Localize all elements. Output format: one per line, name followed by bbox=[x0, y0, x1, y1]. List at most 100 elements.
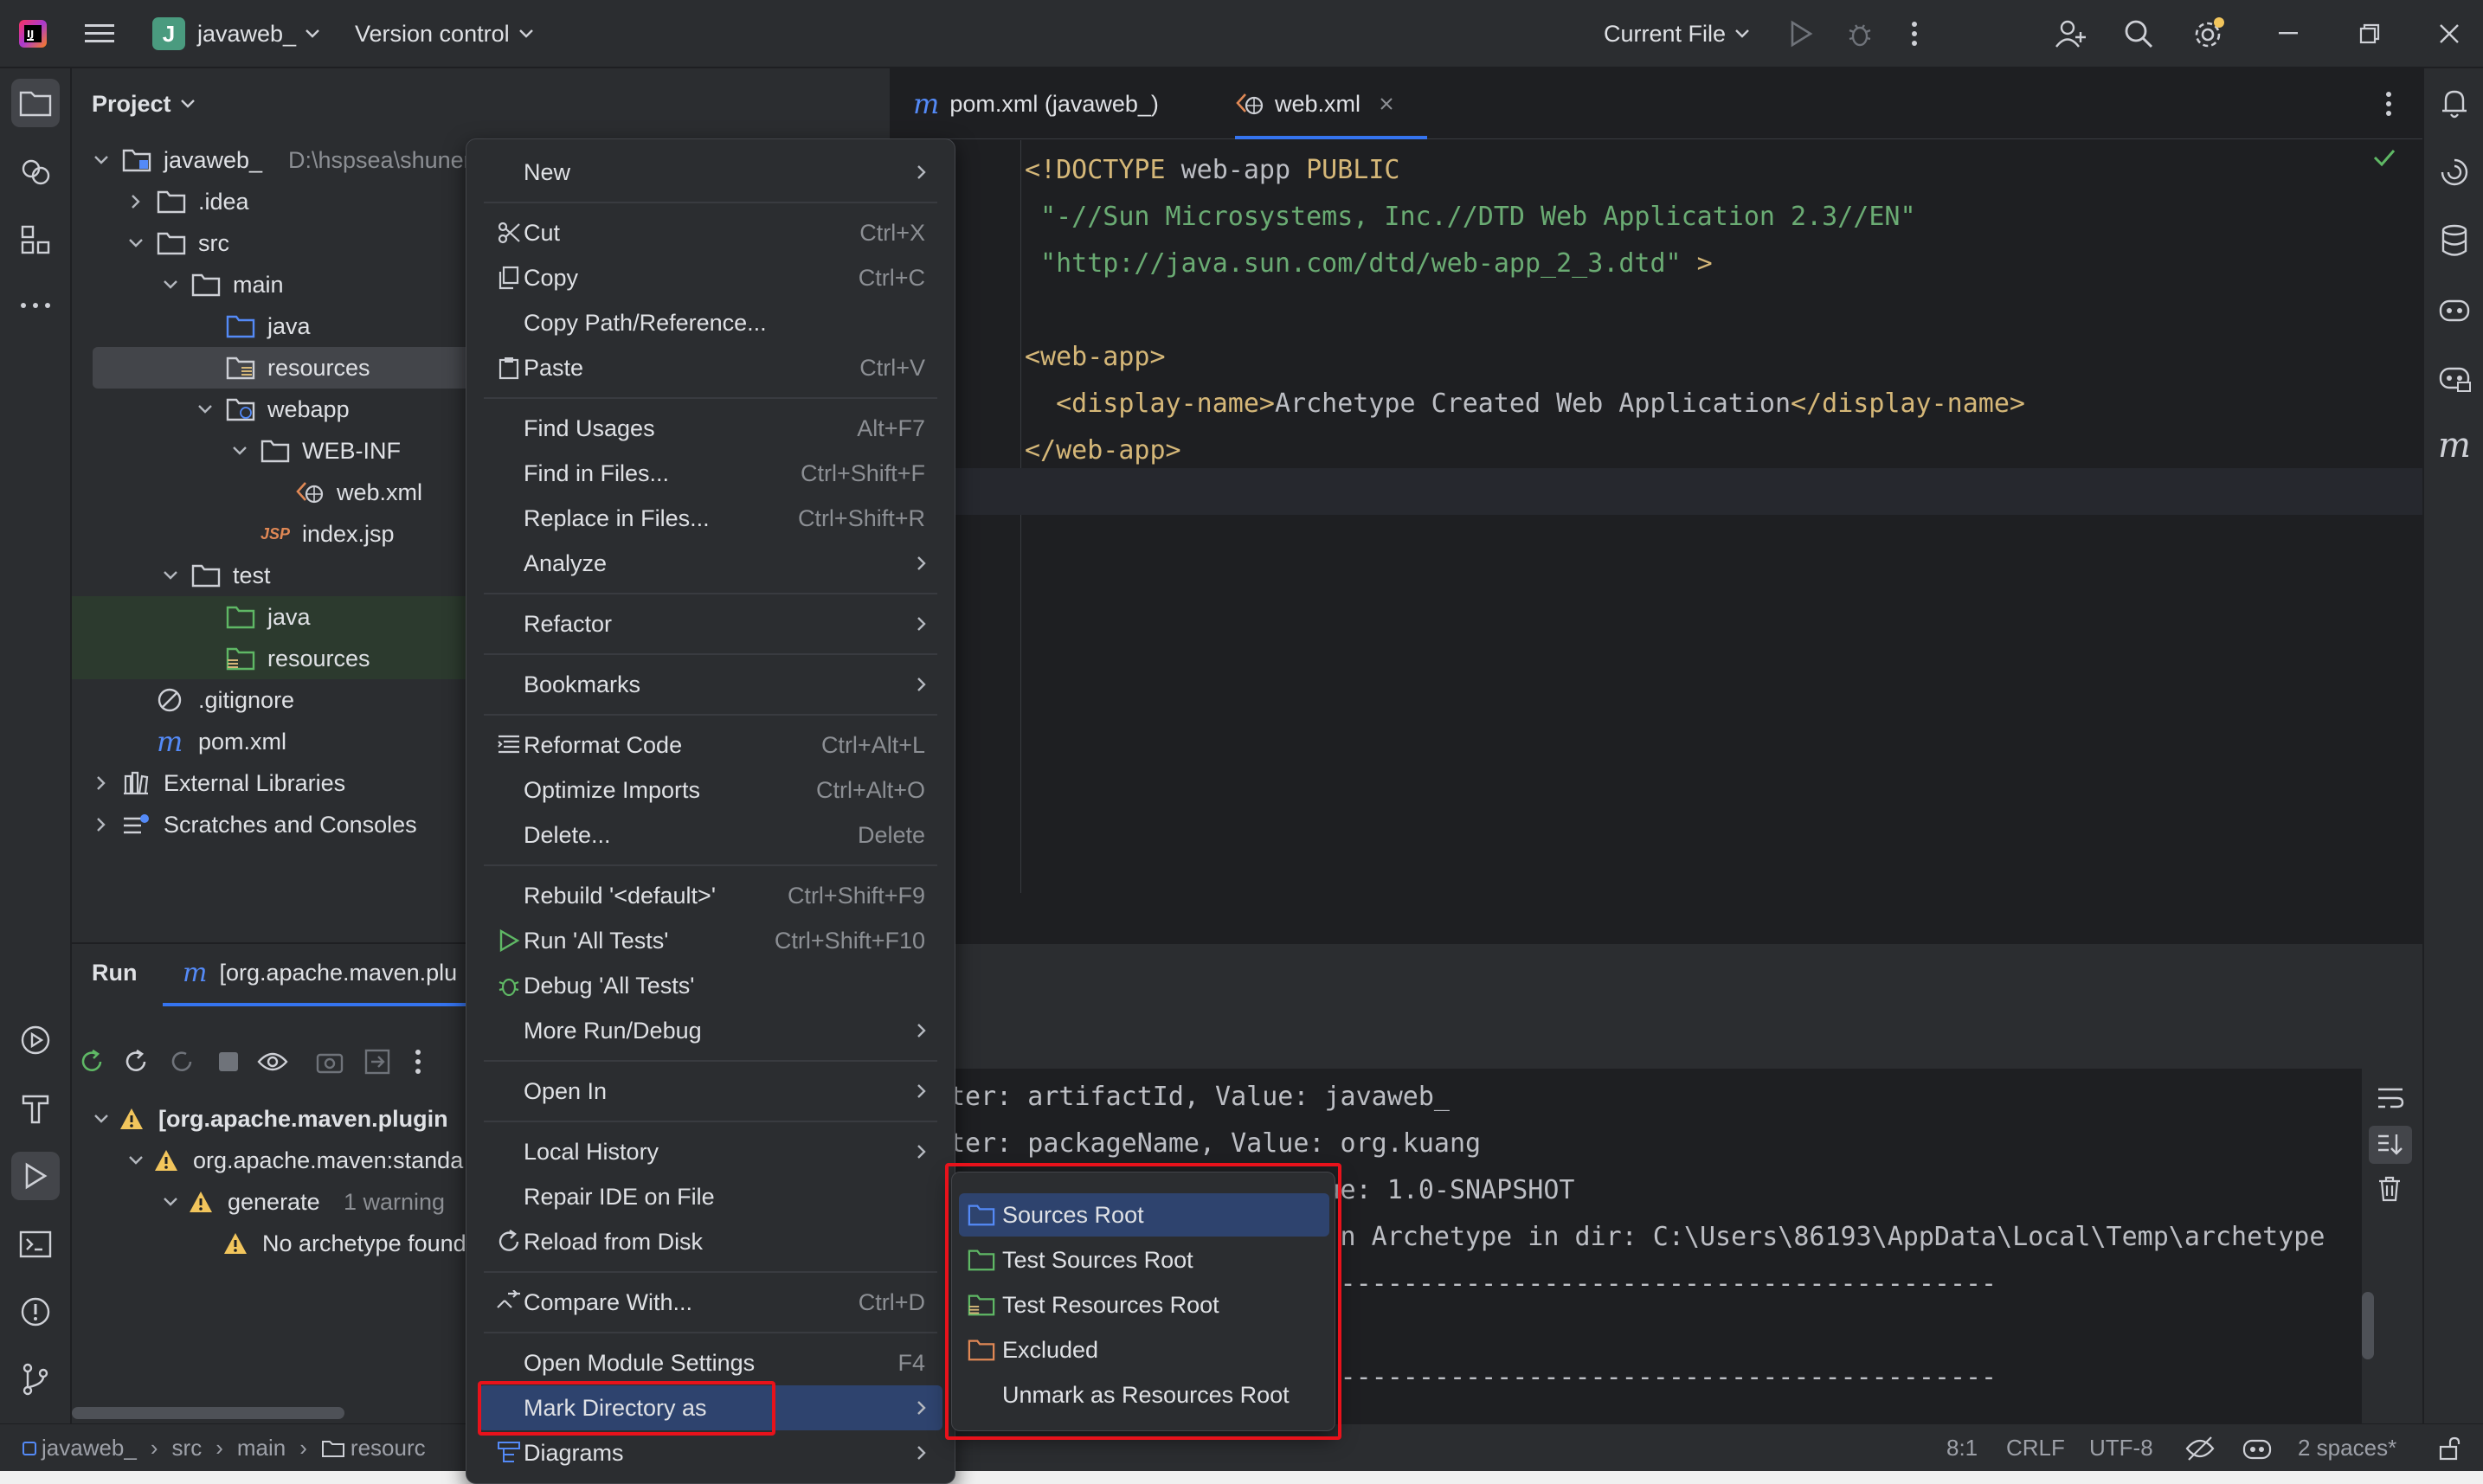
chevron-down-icon[interactable] bbox=[125, 238, 146, 248]
submenu-item-test-resources-root[interactable]: Test Resources Root bbox=[959, 1283, 1329, 1327]
terminal-tool-icon[interactable] bbox=[11, 1220, 60, 1269]
breadcrumb-item[interactable]: javaweb_ bbox=[42, 1435, 137, 1462]
more-run-actions-icon[interactable] bbox=[415, 1049, 421, 1075]
menu-item-reload-from-disk[interactable]: Reload from Disk bbox=[479, 1219, 942, 1264]
run-tree-node[interactable]: [org.apache.maven.plugin bbox=[72, 1098, 466, 1140]
submenu-item-sources-root[interactable]: Sources Root bbox=[959, 1193, 1329, 1237]
chevron-right-icon[interactable] bbox=[125, 194, 146, 209]
line-ending[interactable]: CRLF bbox=[2006, 1424, 2065, 1472]
chevron-down-icon[interactable] bbox=[195, 404, 215, 414]
submenu-item-excluded[interactable]: Excluded bbox=[959, 1328, 1329, 1372]
run-tree-scrollbar[interactable] bbox=[72, 1407, 344, 1419]
minimize-icon[interactable] bbox=[2279, 0, 2298, 67]
run-tree-node[interactable]: No archetype found bbox=[72, 1223, 466, 1264]
menu-item-bookmarks[interactable]: Bookmarks bbox=[479, 662, 942, 707]
menu-item-refactor[interactable]: Refactor bbox=[479, 601, 942, 646]
project-panel-header[interactable]: Project bbox=[92, 68, 196, 139]
chevron-down-icon[interactable] bbox=[125, 1155, 146, 1166]
menu-item-cut[interactable]: Cut Ctrl+X bbox=[479, 210, 942, 255]
close-tab-icon[interactable] bbox=[1380, 97, 1393, 111]
rerun-icon[interactable] bbox=[79, 1049, 105, 1075]
search-icon[interactable] bbox=[2123, 0, 2154, 67]
settings-gear-icon[interactable] bbox=[2191, 0, 2226, 67]
rerun-failed-icon[interactable] bbox=[123, 1049, 149, 1075]
submenu-item-unmark-as-resources-root[interactable]: Unmark as Resources Root bbox=[959, 1373, 1329, 1417]
menu-item-debug-all-tests[interactable]: Debug 'All Tests' bbox=[479, 963, 942, 1008]
database-icon[interactable] bbox=[2430, 216, 2479, 265]
screenshot-icon[interactable] bbox=[316, 1050, 344, 1074]
breadcrumb-item[interactable]: main bbox=[237, 1435, 286, 1462]
console-scrollbar[interactable] bbox=[2362, 1292, 2374, 1359]
build-tool-icon[interactable] bbox=[11, 1083, 60, 1132]
chevron-down-icon[interactable] bbox=[229, 446, 250, 456]
more-tools-icon[interactable] bbox=[11, 281, 60, 330]
menu-item-diagrams[interactable]: Diagrams bbox=[479, 1430, 942, 1475]
restart-icon[interactable] bbox=[169, 1049, 195, 1075]
run-tree-node[interactable]: org.apache.maven:standa bbox=[72, 1140, 466, 1181]
menu-item-find-in-files[interactable]: Find in Files... Ctrl+Shift+F bbox=[479, 451, 942, 496]
menu-item-compare-with[interactable]: Compare With... Ctrl+D bbox=[479, 1280, 942, 1325]
menu-item-more-run-debug[interactable]: More Run/Debug bbox=[479, 1008, 942, 1053]
learn-tool-icon[interactable] bbox=[11, 148, 60, 196]
run-icon[interactable] bbox=[1788, 0, 1814, 67]
soft-wrap-icon[interactable] bbox=[2377, 1086, 2404, 1110]
run-tab[interactable]: Run bbox=[92, 944, 137, 1001]
menu-item-paste[interactable]: Paste Ctrl+V bbox=[479, 345, 942, 390]
breadcrumb[interactable]: javaweb_ › src › main › resourc bbox=[23, 1424, 426, 1472]
chevron-down-icon[interactable] bbox=[160, 570, 181, 581]
restore-icon[interactable] bbox=[2359, 0, 2380, 67]
main-menu-icon[interactable] bbox=[85, 0, 114, 67]
menu-item-open-module-settings[interactable]: Open Module Settings F4 bbox=[479, 1340, 942, 1385]
breadcrumb-item[interactable]: src bbox=[172, 1435, 203, 1462]
chevron-down-icon[interactable] bbox=[160, 1197, 181, 1207]
chevron-down-icon[interactable] bbox=[91, 155, 112, 165]
structure-tool-icon[interactable] bbox=[11, 215, 60, 264]
clear-console-icon[interactable] bbox=[2377, 1176, 2402, 1202]
scroll-to-end-icon[interactable] bbox=[2369, 1126, 2412, 1164]
menu-item-copy-path-reference[interactable]: Copy Path/Reference... bbox=[479, 300, 942, 345]
notifications-icon[interactable] bbox=[2430, 79, 2479, 127]
menu-item-reformat-code[interactable]: Reformat Code Ctrl+Alt+L bbox=[479, 723, 942, 768]
chevron-down-icon[interactable] bbox=[91, 1114, 112, 1124]
menu-item-local-history[interactable]: Local History bbox=[479, 1129, 942, 1174]
run-tool-icon[interactable] bbox=[11, 1152, 60, 1200]
run-config-selector[interactable]: Current File bbox=[1604, 0, 1750, 67]
breadcrumb-item[interactable]: resourc bbox=[351, 1435, 426, 1462]
menu-item-optimize-imports[interactable]: Optimize Imports Ctrl+Alt+O bbox=[479, 768, 942, 813]
debug-icon[interactable] bbox=[1846, 0, 1874, 67]
vcs-menu[interactable]: Version control bbox=[355, 0, 534, 67]
menu-item-copy[interactable]: Copy Ctrl+C bbox=[479, 255, 942, 300]
menu-item-new[interactable]: New bbox=[479, 150, 942, 195]
stop-icon[interactable] bbox=[217, 1050, 240, 1073]
caret-position[interactable]: 8:1 bbox=[1946, 1424, 1978, 1472]
menu-item-replace-in-files[interactable]: Replace in Files... Ctrl+Shift+R bbox=[479, 496, 942, 541]
copilot-icon[interactable] bbox=[2430, 285, 2479, 333]
menu-item-rebuild-default[interactable]: Rebuild '<default>' Ctrl+Shift+F9 bbox=[479, 873, 942, 918]
chevron-right-icon[interactable] bbox=[91, 817, 112, 832]
copilot-status-icon[interactable] bbox=[2242, 1424, 2273, 1472]
menu-item-mark-directory-as[interactable]: Mark Directory as bbox=[479, 1385, 942, 1430]
code-editor[interactable]: <!DOCTYPE web-app PUBLIC "-//Sun Microsy… bbox=[891, 140, 2422, 893]
tab-options-icon[interactable] bbox=[2385, 91, 2392, 117]
project-tool-icon[interactable] bbox=[11, 79, 60, 127]
export-icon[interactable] bbox=[364, 1049, 390, 1075]
chevron-down-icon[interactable] bbox=[160, 279, 181, 290]
project-switcher[interactable]: J javaweb_ bbox=[152, 0, 320, 67]
tab-pom-xml[interactable]: m pom.xml (javaweb_) bbox=[913, 68, 1159, 139]
run-tree-node[interactable]: generate 1 warning bbox=[72, 1181, 466, 1223]
show-icon[interactable] bbox=[257, 1050, 288, 1073]
ai-assistant-icon[interactable] bbox=[2430, 148, 2479, 196]
menu-item-open-in[interactable]: Open In bbox=[479, 1069, 942, 1114]
run-config-tab[interactable]: m [org.apache.maven.plu bbox=[183, 944, 457, 1001]
chevron-right-icon[interactable] bbox=[91, 775, 112, 791]
problems-tool-icon[interactable] bbox=[11, 1288, 60, 1336]
add-user-icon[interactable] bbox=[2055, 0, 2087, 67]
read-only-lock-icon[interactable] bbox=[2438, 1424, 2462, 1472]
app-logo-icon[interactable]: IJ bbox=[17, 0, 48, 67]
more-actions-icon[interactable] bbox=[1911, 0, 1918, 67]
git-tool-icon[interactable] bbox=[11, 1355, 60, 1404]
menu-item-repair-ide-on-file[interactable]: Repair IDE on File bbox=[479, 1174, 942, 1219]
maven-tool-icon[interactable]: m bbox=[2430, 421, 2479, 470]
tab-web-xml[interactable]: web.xml bbox=[1235, 68, 1393, 139]
submenu-item-test-sources-root[interactable]: Test Sources Root bbox=[959, 1238, 1329, 1282]
